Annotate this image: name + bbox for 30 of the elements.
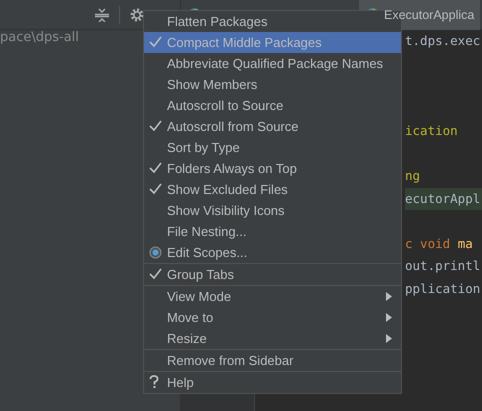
menu-item[interactable]: Folders Always on Top [144, 158, 401, 179]
menu-item[interactable]: Edit Scopes... [144, 242, 401, 263]
submenu-arrow-icon [386, 292, 392, 301]
menu-item[interactable]: Remove from Sidebar [144, 350, 401, 371]
menu-item[interactable]: Move to [144, 307, 401, 328]
question-mark-icon [149, 375, 159, 389]
code-line: ng [405, 167, 422, 185]
collapse-all-icon[interactable] [95, 8, 109, 22]
menu-item[interactable]: Abbreviate Qualified Package Names [144, 53, 401, 74]
menu-item[interactable]: Autoscroll from Source [144, 116, 401, 137]
settings-icon[interactable] [130, 8, 144, 22]
menu-item[interactable]: Show Members [144, 74, 401, 95]
menu-item[interactable]: View Mode [144, 286, 401, 307]
code-line: pplication [405, 280, 482, 298]
radio-icon [149, 246, 162, 259]
menu-item[interactable]: Group Tabs [144, 264, 401, 285]
project-path: pace\dps-all [0, 31, 79, 45]
menu-item[interactable]: File Nesting... [144, 221, 401, 242]
code-line: ication [405, 122, 459, 140]
menu-item[interactable]: Show Excluded Files [144, 179, 401, 200]
code-line: t.dps.exec [405, 32, 482, 50]
submenu-arrow-icon [386, 334, 392, 343]
code-line: c void ma [405, 234, 474, 252]
code-line: out.printl [405, 257, 482, 275]
menu-item[interactable]: Autoscroll to Source [144, 95, 401, 116]
menu-item[interactable]: Resize [144, 328, 401, 349]
submenu-arrow-icon [386, 313, 392, 322]
menu-item[interactable]: Sort by Type [144, 137, 401, 158]
menu-item[interactable]: Show Visibility Icons [144, 200, 401, 221]
menu-item[interactable]: Help [144, 372, 401, 393]
